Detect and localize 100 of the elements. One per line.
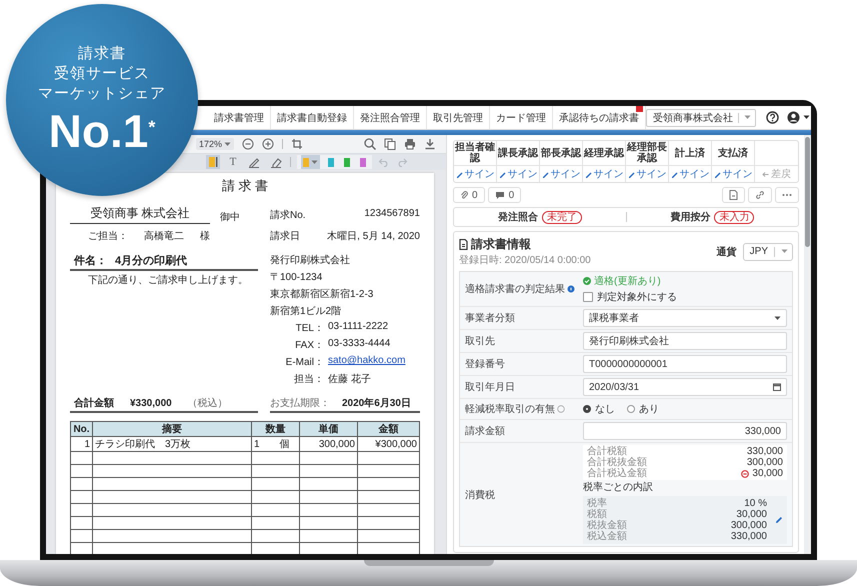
contact-label: 担当： [293, 372, 324, 386]
document-icon [729, 190, 738, 200]
tax-value: 30,000 [735, 509, 767, 520]
nav-tab[interactable]: 承認待ちの請求書 [553, 106, 646, 129]
document-title: 請 求 書 [220, 177, 270, 195]
comment-button[interactable]: 0 [488, 187, 522, 203]
table-cell: 300,000 [300, 436, 358, 452]
table-header: 金額 [358, 422, 420, 436]
email-link[interactable]: sato@hakko.com [328, 355, 420, 369]
tax-value: 330,000 [746, 446, 783, 457]
pen-icon [542, 170, 548, 178]
tax-value: 10 % [743, 498, 767, 509]
document-button[interactable] [722, 187, 745, 203]
sign-button[interactable]: サイン [540, 166, 583, 182]
crop-icon[interactable] [291, 138, 304, 150]
text-tool-button[interactable]: T [226, 155, 240, 169]
nav-tab[interactable]: カード管理 [490, 106, 553, 129]
text-field[interactable]: T0000000000001 [583, 355, 787, 373]
sign-button[interactable]: サイン [669, 166, 712, 182]
search-icon[interactable] [364, 138, 376, 150]
link-icon [755, 190, 765, 200]
meta-value: 木曜日, 5月 14, 2020 [326, 230, 420, 243]
pen-icon [248, 156, 260, 168]
contact-value: 03-3333-4444 [328, 338, 392, 351]
caret-icon [774, 316, 781, 320]
text-field[interactable]: 発行印刷株式会社 [583, 332, 787, 350]
radio-button[interactable] [583, 405, 591, 413]
tax-label: 税額 [587, 509, 608, 520]
tax-label: 税込金額 [587, 531, 628, 542]
scrollbar[interactable] [804, 135, 811, 554]
help-icon[interactable] [766, 111, 779, 124]
amount-field[interactable]: 330,000 [583, 422, 787, 440]
highlighter-button[interactable] [206, 155, 220, 169]
field-label: 事業者分類 [465, 312, 515, 325]
status-tag: 未完了 [542, 210, 582, 224]
nav-tab[interactable]: 発注照合管理 [354, 106, 427, 129]
tax-value: 330,000 [730, 531, 767, 542]
tax-label: 合計税抜金額 [587, 457, 648, 468]
company-select[interactable]: 受領商事株式会社 [646, 108, 756, 126]
select-field[interactable]: 課税事業者 [583, 309, 787, 327]
radio-button[interactable] [627, 405, 635, 413]
checkbox[interactable] [583, 292, 593, 302]
sign-button[interactable]: サイン [454, 166, 497, 182]
sign-button[interactable]: サイン [497, 166, 540, 182]
contact-label: FAX： [294, 339, 324, 352]
tax-value: 30,000 [752, 468, 783, 479]
link-button[interactable] [748, 187, 772, 203]
print-icon[interactable] [404, 138, 416, 150]
zoom-select[interactable]: 172% [196, 138, 234, 150]
caret-icon [224, 142, 232, 146]
sign-button[interactable]: サイン [712, 166, 755, 182]
status-tag: 未入力 [714, 210, 754, 224]
table-header: 支払済 [712, 141, 755, 166]
highlight-color-button[interactable] [358, 155, 368, 169]
caret-icon [803, 115, 810, 120]
zoom-in-icon[interactable] [262, 138, 274, 150]
address-line: 東京都新宿区新宿1-2-3 [270, 288, 374, 301]
status-label: 発注照合 [498, 210, 538, 224]
meta-label: 請求日 [270, 230, 301, 243]
zoom-out-icon[interactable] [242, 138, 254, 150]
user-icon[interactable] [787, 111, 800, 124]
edit-icon[interactable] [775, 516, 783, 524]
address-line: 〒100-1234 [270, 271, 324, 284]
card-title: 請求書情報 [471, 236, 531, 253]
highlight-color-button[interactable] [342, 155, 352, 169]
table-header: 部長承認 [540, 141, 583, 166]
issuer-name: 発行印刷株式会社 [270, 254, 351, 267]
copy-icon[interactable] [384, 138, 396, 150]
meta-label: 請求No. [270, 208, 306, 222]
pen-icon [456, 170, 462, 178]
table-cell: 1 個 [252, 436, 300, 452]
address-line: 新宿第1ビル2階 [270, 304, 342, 318]
nav-tab[interactable]: 請求書管理 [208, 106, 271, 129]
tax-value: 300,000 [746, 457, 783, 468]
download-icon[interactable] [424, 138, 436, 150]
subject-label: 件名： [74, 254, 107, 268]
currency-select[interactable]: JPY [742, 242, 793, 260]
due-label: お支払期限： [270, 396, 330, 410]
date-field[interactable]: 2020/03/31 [583, 378, 787, 396]
highlight-color-button[interactable] [301, 155, 320, 169]
contact-label: TEL： [294, 322, 324, 335]
sign-button[interactable]: サイン [626, 166, 669, 182]
field-label: 取引年月日 [465, 381, 515, 394]
more-button[interactable] [775, 187, 799, 203]
field-label: 請求金額 [465, 424, 505, 438]
highlight-color-button[interactable] [326, 155, 336, 169]
calendar-icon [773, 383, 781, 391]
sign-button[interactable]: サイン [583, 166, 626, 182]
table-header: 単価 [300, 422, 358, 436]
tax-label: 税抜金額 [587, 520, 628, 531]
field-label: 消費税 [465, 488, 495, 502]
nav-tab[interactable]: 取引先管理 [427, 106, 490, 129]
honorific-text: 御中 [220, 210, 240, 224]
table-header: 経理部長承認 [626, 141, 669, 166]
recipient-name: 受領商事 株式会社 [90, 206, 190, 220]
table-header: 摘要 [92, 422, 252, 436]
pen-icon [670, 170, 678, 178]
attachment-button[interactable]: 0 [453, 187, 485, 203]
breakdown-title: 税率ごとの内訳 [583, 482, 654, 494]
nav-tab[interactable]: 請求書自動登録 [271, 106, 354, 129]
